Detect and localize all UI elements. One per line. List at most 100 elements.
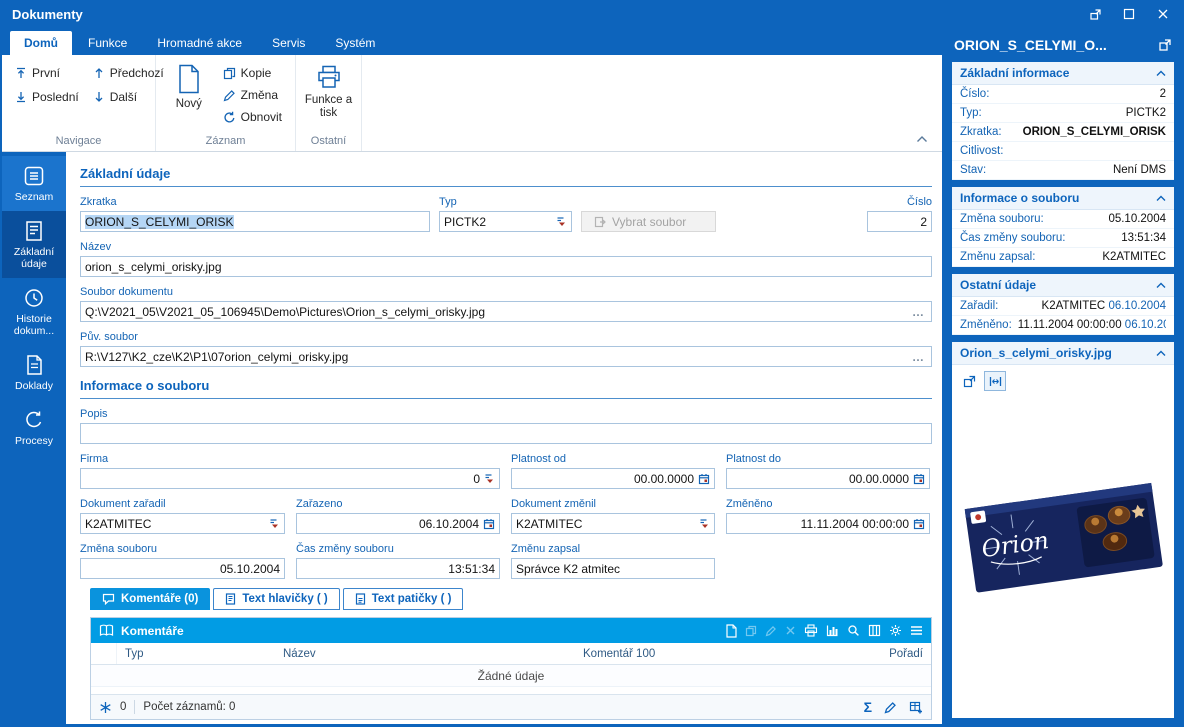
tab-text-hlavicky[interactable]: Text hlavičky ( )	[213, 588, 339, 610]
typ-value: PICTK2	[444, 215, 556, 229]
chevron-up-icon	[1156, 282, 1166, 289]
sidebar-item-zakladni-udaje[interactable]: Základní údaje	[2, 211, 66, 278]
detail-card-file: Informace o souboru Změna souboru:05.10.…	[952, 187, 1174, 267]
edit-pencil-button[interactable]	[884, 701, 897, 714]
grid-columns-button[interactable]	[868, 624, 881, 637]
typ-label: Typ	[439, 196, 572, 208]
document-preview-image[interactable]: Orion	[958, 391, 1168, 712]
grid-print-button[interactable]	[804, 624, 818, 637]
preview-open-external-button[interactable]	[958, 371, 980, 391]
refresh-record-button[interactable]: Obnovit	[216, 107, 289, 127]
sidebar-item-seznam[interactable]: Seznam	[2, 156, 66, 211]
new-record-label: Nový	[176, 98, 202, 111]
grid-menu-button[interactable]	[910, 625, 923, 636]
puv-soubor-label: Pův. soubor	[80, 331, 932, 343]
preview-fit-width-button[interactable]	[984, 371, 1006, 391]
detail-card-file-header[interactable]: Informace o souboru	[952, 187, 1174, 210]
calendar-icon	[698, 473, 710, 485]
table-add-button[interactable]	[909, 701, 923, 714]
cas-zmeny-input[interactable]: 13:51:34	[296, 558, 500, 579]
ribbon-tab-servis[interactable]: Servis	[258, 31, 319, 55]
tab-text-paticky-label: Text patičky ( )	[372, 593, 452, 605]
cislo-value: 2	[872, 215, 927, 229]
nazev-input[interactable]: orion_s_celymi_orisky.jpg	[80, 256, 932, 277]
nav-last-button[interactable]: Poslední	[8, 87, 86, 107]
detail-row: Změněno: 11.11.2004 00:00:00 06.10.20...	[952, 316, 1174, 335]
grid-copy-button[interactable]	[745, 625, 757, 637]
nazev-label: Název	[80, 241, 932, 253]
detail-card-basic-header[interactable]: Základní informace	[952, 62, 1174, 85]
tab-text-paticky[interactable]: Text patičky ( )	[343, 588, 464, 610]
nav-next-label: Další	[110, 90, 137, 104]
zkratka-input[interactable]: ORION_S_CELYMI_ORISK	[80, 211, 430, 232]
form-page-icon	[24, 220, 44, 242]
sidebar-item-historie[interactable]: Historie dokum...	[2, 278, 66, 345]
new-document-icon	[177, 64, 201, 94]
grid-title: Komentáře	[121, 624, 184, 638]
view-sidebar: Seznam Základní údaje Historie dokum... …	[2, 152, 66, 724]
grid-new-row-button[interactable]	[725, 624, 737, 638]
ribbon-tab-funkce[interactable]: Funkce	[74, 31, 141, 55]
popis-input[interactable]	[80, 423, 932, 444]
browse-file-button[interactable]: …	[910, 305, 927, 319]
copy-record-button[interactable]: Kopie	[216, 63, 289, 83]
sidebar-item-doklady[interactable]: Doklady	[2, 345, 66, 400]
change-record-label: Změna	[241, 88, 278, 102]
close-button[interactable]	[1148, 3, 1178, 25]
soubor-dokumentu-input[interactable]: Q:\V2021_05\V2021_05_106945\Demo\Picture…	[80, 301, 932, 322]
grid-chart-button[interactable]	[826, 624, 839, 637]
column-komentar[interactable]: Komentář 100	[575, 648, 857, 660]
comments-grid-header: Komentáře	[91, 618, 931, 643]
detail-card-preview: Orion_s_celymi_orisky.jpg	[952, 342, 1174, 718]
open-external-button[interactable]	[1158, 38, 1172, 52]
maximize-icon	[1123, 8, 1135, 20]
column-selector[interactable]	[91, 643, 117, 664]
cislo-input[interactable]: 2	[867, 211, 932, 232]
grid-settings-button[interactable]	[889, 624, 902, 637]
sidebar-item-procesy[interactable]: Procesy	[2, 400, 66, 455]
tab-komentare[interactable]: Komentáře (0)	[90, 588, 210, 610]
functions-print-button[interactable]: Funkce a tisk	[302, 59, 355, 119]
sum-button[interactable]: Σ	[864, 699, 872, 715]
browse-original-file-button[interactable]: …	[910, 350, 927, 364]
maximize-button[interactable]	[1114, 3, 1144, 25]
column-nazev[interactable]: Název	[275, 648, 575, 660]
detail-card-preview-header[interactable]: Orion_s_celymi_orisky.jpg	[952, 342, 1174, 365]
group-label-navigace: Navigace	[8, 132, 149, 151]
app-window: Dokumenty Domů	[0, 0, 1184, 727]
zmena-souboru-input[interactable]: 05.10.2004	[80, 558, 285, 579]
grid-edit-button[interactable]	[765, 625, 777, 637]
zmenu-zapsal-input[interactable]: Správce K2 atmitec	[511, 558, 715, 579]
platnost-do-input[interactable]: 00.00.0000	[726, 468, 930, 489]
column-poradi[interactable]: Pořadí	[857, 648, 931, 660]
select-file-icon	[594, 216, 606, 228]
typ-combobox[interactable]: PICTK2	[439, 211, 572, 232]
detail-tabs: Komentáře (0) Text hlavičky ( ) Text pat…	[90, 588, 932, 610]
ribbon-collapse-button[interactable]	[916, 135, 928, 143]
soubor-dokumentu-label: Soubor dokumentu	[80, 286, 932, 298]
nav-first-button[interactable]: První	[8, 63, 86, 83]
ribbon-tab-domu[interactable]: Domů	[10, 31, 72, 55]
ribbon-tab-hromadne-akce[interactable]: Hromadné akce	[143, 31, 256, 55]
platnost-od-input[interactable]: 00.00.0000	[511, 468, 715, 489]
dokument-zaradil-combobox[interactable]: K2ATMITEC	[80, 513, 285, 534]
detail-row: Stav:Není DMS	[952, 161, 1174, 180]
detail-card-other-header[interactable]: Ostatní údaje	[952, 274, 1174, 297]
filter-snowflake-icon[interactable]	[99, 701, 112, 714]
dock-window-button[interactable]	[1080, 3, 1110, 25]
change-record-button[interactable]: Změna	[216, 85, 289, 105]
nazev-value: orion_s_celymi_orisky.jpg	[85, 260, 927, 274]
ribbon-tab-system[interactable]: Systém	[321, 31, 389, 55]
dokument-zmenil-combobox[interactable]: K2ATMITEC	[511, 513, 715, 534]
column-typ[interactable]: Typ	[117, 648, 275, 660]
firma-combobox[interactable]: 0	[80, 468, 500, 489]
detail-card-basic: Základní informace Číslo:2 Typ:PICTK2 Zk…	[952, 62, 1174, 180]
vybrat-soubor-button[interactable]: Vybrat soubor	[581, 211, 716, 232]
platnost-do-value: 00.00.0000	[731, 472, 909, 486]
zmeneno-input[interactable]: 11.11.2004 00:00:00	[726, 513, 930, 534]
zarazeno-input[interactable]: 06.10.2004	[296, 513, 500, 534]
grid-delete-button[interactable]	[785, 625, 796, 636]
grid-search-button[interactable]	[847, 624, 860, 637]
puv-soubor-input[interactable]: R:\V127\K2_cze\K2\P1\07orion_celymi_oris…	[80, 346, 932, 367]
new-record-button[interactable]: Nový	[162, 59, 216, 111]
